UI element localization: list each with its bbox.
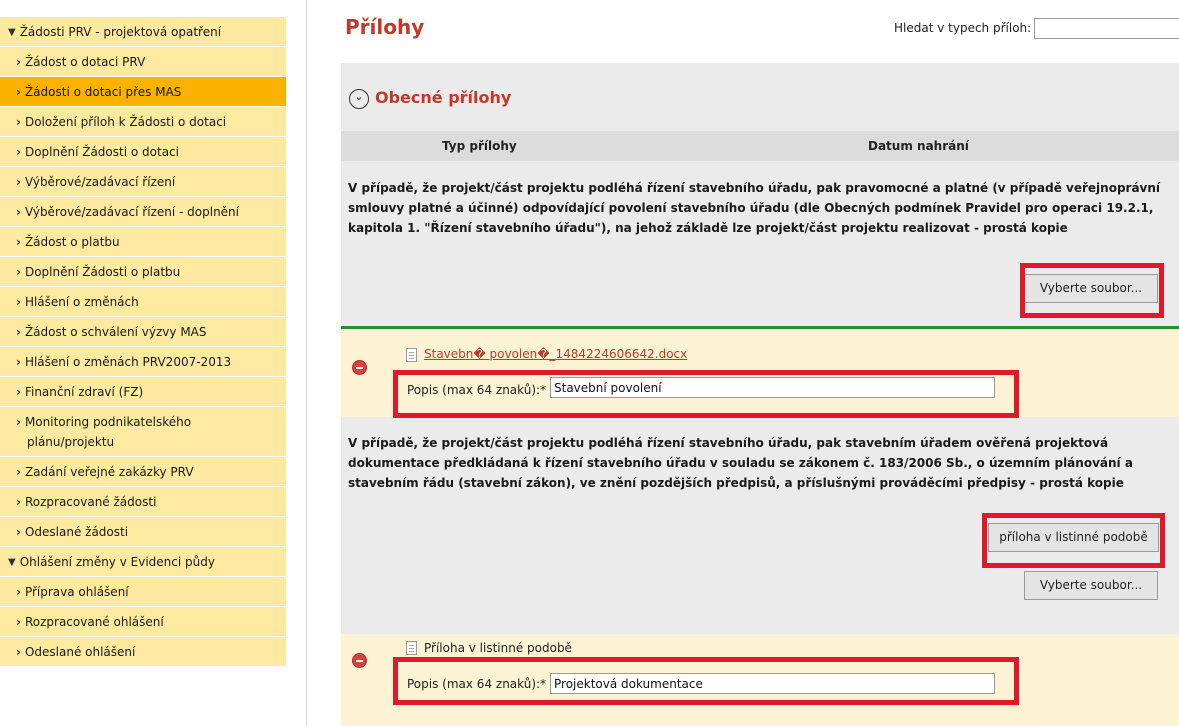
sidebar-item-label: Příprava ohlášení bbox=[24, 585, 129, 599]
attachments-panel: ⌄ Obecné přílohy Typ přílohy Datum nahrán… bbox=[341, 63, 1179, 726]
sidebar-item[interactable]: › Monitoring podnikatelského plánu/projekt… bbox=[0, 407, 286, 457]
document-icon bbox=[406, 641, 417, 655]
chevron-down-icon: ▼ bbox=[8, 557, 16, 568]
sidebar-item[interactable]: › Žádost o platbu bbox=[0, 227, 286, 257]
chevron-right-icon: › bbox=[16, 115, 21, 129]
chevron-right-icon: › bbox=[16, 205, 21, 219]
section-toggle[interactable]: ⌄ Obecné přílohy bbox=[349, 83, 511, 113]
sidebar-item-label-line2: plánu/projektu bbox=[27, 435, 115, 449]
chevron-right-icon: › bbox=[16, 235, 21, 249]
sidebar-item[interactable]: › Výběrové/zadávací řízení - doplnění bbox=[0, 197, 286, 227]
search-area: Hledat v typech příloh: bbox=[894, 18, 1179, 39]
section-title: Obecné přílohy bbox=[375, 88, 512, 107]
chevron-right-icon: › bbox=[16, 145, 21, 159]
sidebar-item-label: Odeslané žádosti bbox=[24, 525, 129, 539]
sidebar-item[interactable]: › Žádost o dotaci PRV bbox=[0, 47, 286, 77]
sidebar-item-label: Ohlášení změny v Evidenci půdy bbox=[19, 555, 215, 569]
select-file-button[interactable]: Vyberte soubor... bbox=[1024, 571, 1158, 600]
sidebar-item-label: Doložení příloh k Žádosti o dotaci bbox=[24, 115, 227, 129]
sidebar-item-label: Rozpracované žádosti bbox=[24, 495, 157, 509]
sidebar-item-label: Rozpracované ohlášení bbox=[24, 615, 164, 629]
chevron-right-icon: › bbox=[16, 465, 21, 479]
sidebar-category[interactable]: ▼ Ohlášení změny v Evidenci půdy bbox=[0, 547, 286, 577]
chevron-right-icon: › bbox=[16, 355, 21, 369]
requirement-text-building-permit: V případě, že projekt/část projektu podl… bbox=[348, 181, 1161, 235]
sidebar-item-label: Žádosti o dotaci přes MAS bbox=[24, 85, 182, 99]
chevron-right-icon: › bbox=[16, 615, 21, 629]
sidebar-item[interactable]: › Příprava ohlášení bbox=[0, 577, 286, 607]
chevron-down-icon: ▼ bbox=[8, 27, 16, 38]
sidebar-nav: ▼ Žádosti PRV - projektová opatření › Žádos… bbox=[0, 0, 286, 726]
table-header: Typ přílohy Datum nahrání bbox=[341, 131, 1179, 161]
sidebar-item-label: Žádosti PRV - projektová opatření bbox=[19, 25, 222, 39]
sidebar-item-label: Finanční zdraví (FZ) bbox=[24, 385, 144, 399]
sidebar-item[interactable]: › Finanční zdraví (FZ) bbox=[0, 377, 286, 407]
sidebar-item-label: Výběrové/zadávací řízení - doplnění bbox=[24, 205, 239, 219]
highlight-box bbox=[1020, 263, 1164, 318]
highlight-box bbox=[982, 513, 1165, 568]
sidebar-item[interactable]: › Doložení příloh k Žádosti o dotaci bbox=[0, 107, 286, 137]
sidebar-item-label: Žádost o platbu bbox=[24, 235, 120, 249]
chevron-right-icon: › bbox=[16, 175, 21, 189]
sidebar-item-label: Monitoring podnikatelského bbox=[24, 415, 192, 429]
sidebar-item-label: Zadání veřejné zakázky PRV bbox=[24, 465, 194, 479]
sidebar-item-label: Výběrové/zadávací řízení bbox=[24, 175, 176, 189]
sidebar-item[interactable]: › Hlášení o změnách PRV2007-2013 bbox=[0, 347, 286, 377]
sidebar-item[interactable]: › Rozpracované ohlášení bbox=[0, 607, 286, 637]
file-link[interactable]: Stavebn� povolen�_1484224606642.docx bbox=[424, 347, 687, 361]
main-content: Přílohy Hledat v typech příloh: ⌄ Obecné … bbox=[328, 0, 1179, 726]
sidebar-item-label: Doplnění Žádosti o dotaci bbox=[24, 145, 179, 159]
search-input[interactable] bbox=[1034, 18, 1179, 39]
sidebar-item[interactable]: › Výběrové/zadávací řízení bbox=[0, 167, 286, 197]
sidebar-item-label: Doplnění Žádosti o platbu bbox=[24, 265, 181, 279]
chevron-right-icon: › bbox=[16, 55, 21, 69]
highlight-box bbox=[393, 370, 1019, 418]
chevron-right-icon: › bbox=[16, 265, 21, 279]
sidebar-item-label: Hlášení o změnách bbox=[24, 295, 139, 309]
highlight-box bbox=[393, 657, 1019, 705]
chevron-right-icon: › bbox=[16, 325, 21, 339]
remove-icon[interactable] bbox=[352, 653, 367, 668]
sidebar-item[interactable]: › Žádosti o dotaci přes MAS bbox=[0, 77, 286, 107]
chevron-right-icon: › bbox=[16, 525, 21, 539]
sidebar-item[interactable]: › Doplnění Žádosti o dotaci bbox=[0, 137, 286, 167]
sidebar-item[interactable]: › Odeslané žádosti bbox=[0, 517, 286, 547]
file-name: Příloha v listinné podobě bbox=[424, 641, 572, 655]
page-title: Přílohy bbox=[345, 15, 425, 39]
chevron-right-icon: › bbox=[16, 645, 21, 659]
vertical-divider bbox=[306, 0, 307, 726]
chevron-right-icon: › bbox=[16, 495, 21, 509]
chevron-right-icon: › bbox=[16, 585, 21, 599]
chevron-down-circle-icon[interactable]: ⌄ bbox=[349, 88, 369, 109]
sidebar-item-label: Žádost o dotaci PRV bbox=[24, 55, 146, 69]
search-label: Hledat v typech příloh: bbox=[894, 21, 1032, 35]
sidebar-item-label: Hlášení o změnách PRV2007-2013 bbox=[24, 355, 232, 369]
chevron-right-icon: › bbox=[16, 385, 21, 399]
sidebar-category[interactable]: ▼ Žádosti PRV - projektová opatření bbox=[0, 17, 286, 47]
remove-icon[interactable] bbox=[352, 360, 367, 375]
sidebar-item-label: Žádost o schválení výzvy MAS bbox=[24, 325, 207, 339]
sidebar-item-label: Odeslané ohlášení bbox=[24, 645, 136, 659]
chevron-right-icon: › bbox=[16, 415, 21, 429]
sidebar-item[interactable]: › Žádost o schválení výzvy MAS bbox=[0, 317, 286, 347]
chevron-right-icon: › bbox=[16, 85, 21, 99]
sidebar-item[interactable]: › Doplnění Žádosti o platbu bbox=[0, 257, 286, 287]
column-header-date: Datum nahrání bbox=[868, 139, 969, 153]
sidebar-item[interactable]: › Rozpracované žádosti bbox=[0, 487, 286, 517]
document-icon bbox=[406, 348, 417, 362]
sidebar-item[interactable]: › Hlášení o změnách bbox=[0, 287, 286, 317]
chevron-right-icon: › bbox=[16, 295, 21, 309]
sidebar-item[interactable]: › Zadání veřejné zakázky PRV bbox=[0, 457, 286, 487]
requirement-text-project-documentation: V případě, že projekt/část projektu podl… bbox=[348, 436, 1133, 490]
column-header-type: Typ přílohy bbox=[442, 139, 517, 153]
sidebar-item[interactable]: › Odeslané ohlášení bbox=[0, 637, 286, 667]
sidebar-list: ▼ Žádosti PRV - projektová opatření › Žádos… bbox=[0, 17, 286, 667]
